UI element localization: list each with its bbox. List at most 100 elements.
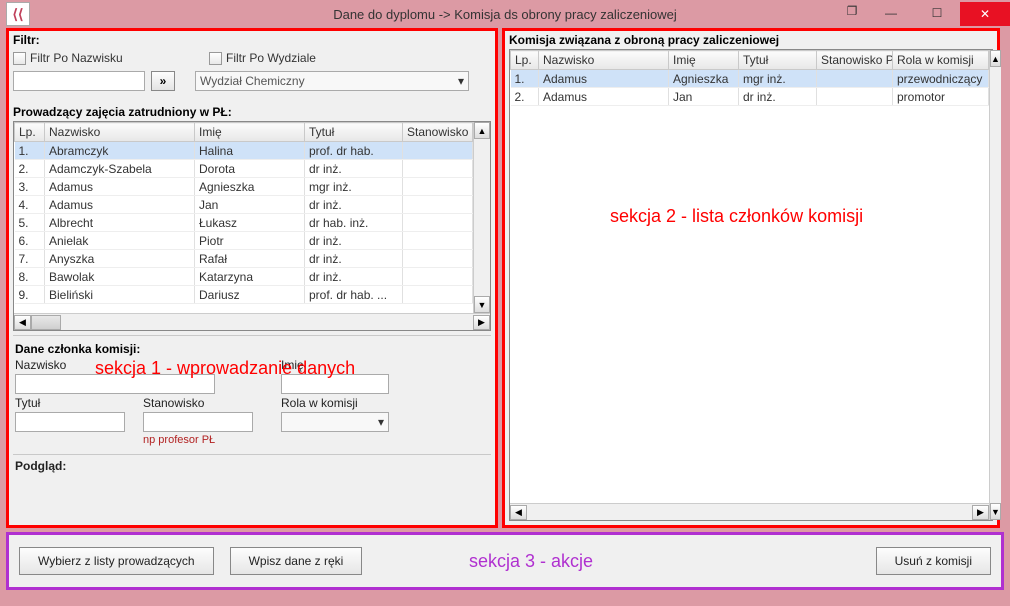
col2-imie[interactable]: Imię xyxy=(669,51,739,70)
cell-stanowisko xyxy=(817,70,893,88)
cell-lp: 5. xyxy=(15,214,45,232)
cell-imie: Piotr xyxy=(195,232,305,250)
cell-tytul: dr inż. xyxy=(305,268,403,286)
scroll-right-icon[interactable]: ▶ xyxy=(473,315,490,330)
cell-imie: Agnieszka xyxy=(669,70,739,88)
chevron-down-icon: ▾ xyxy=(378,415,384,429)
imie-input[interactable] xyxy=(281,374,389,394)
cell-lp: 1. xyxy=(511,70,539,88)
cell-nazwisko: Bieliński xyxy=(45,286,195,304)
table-row[interactable]: 1.AbramczykHalinaprof. dr hab.Mi xyxy=(15,142,474,160)
imie-label: Imię xyxy=(281,358,411,372)
cell-nazwisko: Anyszka xyxy=(45,250,195,268)
section-2-panel: Komisja związana z obroną pracy zaliczen… xyxy=(502,28,1000,528)
scroll-up-icon[interactable]: ▲ xyxy=(474,122,490,139)
cell-imie: Dorota xyxy=(195,160,305,178)
cell-imie: Halina xyxy=(195,142,305,160)
surname-filter-input[interactable] xyxy=(13,71,145,91)
scroll-down-icon[interactable]: ▼ xyxy=(474,296,490,313)
cell-nazwisko: Adamus xyxy=(539,88,669,106)
table-row[interactable]: 2.Adamczyk-SzabelaDorotadr inż.In xyxy=(15,160,474,178)
scroll-right-icon[interactable]: ▶ xyxy=(972,505,989,520)
col-tytul[interactable]: Tytuł xyxy=(305,123,403,142)
col2-stanowisko[interactable]: Stanowisko PŁ xyxy=(817,51,893,70)
filter-heading: Filtr: xyxy=(9,31,495,49)
cell-nazwisko: Bawolak xyxy=(45,268,195,286)
nazwisko-input[interactable] xyxy=(15,374,215,394)
rola-label: Rola w komisji xyxy=(281,396,411,410)
table-row[interactable]: 4.AdamusJandr inż.In xyxy=(15,196,474,214)
cell-tytul: mgr inż. xyxy=(739,70,817,88)
cell-tytul: dr inż. xyxy=(305,232,403,250)
table-row[interactable]: 2.AdamusJandr inż.promotor xyxy=(511,88,989,106)
table-row[interactable]: 5.AlbrechtŁukaszdr hab. inż.In xyxy=(15,214,474,232)
section-2-overlay-label: sekcja 2 - lista członków komisji xyxy=(610,206,863,227)
member-heading: Dane członka komisji: xyxy=(15,342,489,358)
table-row[interactable]: 8.BawolakKatarzynadr inż.In xyxy=(15,268,474,286)
committee-vertical-scrollbar[interactable]: ▲ ▼ xyxy=(989,50,1001,520)
cell-nazwisko: Adamczyk-Szabela xyxy=(45,160,195,178)
committee-horizontal-scrollbar[interactable]: ◀ ▶ xyxy=(510,503,989,520)
department-combo[interactable]: Wydział Chemiczny ▾ xyxy=(195,71,469,91)
podglad-label: Podgląd: xyxy=(15,459,66,473)
cell-tytul: dr inż. xyxy=(305,196,403,214)
minimize-button[interactable]: — xyxy=(868,2,914,24)
filter-by-surname-checkbox[interactable]: Filtr Po Nazwisku xyxy=(13,51,203,65)
col-stanowisko[interactable]: Stanowisko xyxy=(403,123,473,142)
table-row[interactable]: 1.AdamusAgnieszkamgr inż. przewodniczący xyxy=(511,70,989,88)
cell-imie: Łukasz xyxy=(195,214,305,232)
stanowisko-input[interactable] xyxy=(143,412,253,432)
enter-manually-button[interactable]: Wpisz dane z ręki xyxy=(230,547,363,575)
col-imie[interactable]: Imię xyxy=(195,123,305,142)
table-row[interactable]: 3.AdamusAgnieszkamgr inż.Mi xyxy=(15,178,474,196)
cell-tytul: dr hab. inż. xyxy=(305,214,403,232)
filter-by-department-label: Filtr Po Wydziale xyxy=(226,51,316,65)
cell-nazwisko: Adamus xyxy=(45,196,195,214)
teachers-horizontal-scrollbar[interactable]: ◀ ▶ xyxy=(14,313,490,330)
table-row[interactable]: 9.BielińskiDariuszprof. dr hab. ...In xyxy=(15,286,474,304)
scroll-down-icon[interactable]: ▼ xyxy=(990,503,1001,520)
tytul-input[interactable] xyxy=(15,412,125,432)
cell-stanowisko xyxy=(403,268,473,286)
cell-imie: Katarzyna xyxy=(195,268,305,286)
table-row[interactable]: 7.AnyszkaRafałdr inż.In xyxy=(15,250,474,268)
scroll-left-icon[interactable]: ◀ xyxy=(510,505,527,520)
col2-tytul[interactable]: Tytuł xyxy=(739,51,817,70)
col2-lp[interactable]: Lp. xyxy=(511,51,539,70)
cell-nazwisko: Adamus xyxy=(539,70,669,88)
scroll-left-icon[interactable]: ◀ xyxy=(14,315,31,330)
cell-nazwisko: Adamus xyxy=(45,178,195,196)
cell-stanowisko xyxy=(817,88,893,106)
col2-nazwisko[interactable]: Nazwisko xyxy=(539,51,669,70)
teachers-vertical-scrollbar[interactable]: ▲ ▼ xyxy=(473,122,490,313)
teachers-table[interactable]: Lp. Nazwisko Imię Tytuł Stanowisko Je 1.… xyxy=(13,121,491,331)
teachers-table-grid[interactable]: Lp. Nazwisko Imię Tytuł Stanowisko Je 1.… xyxy=(14,122,473,304)
col-lp[interactable]: Lp. xyxy=(15,123,45,142)
cell-tytul: prof. dr hab. xyxy=(305,142,403,160)
cell-lp: 2. xyxy=(511,88,539,106)
committee-heading: Komisja związana z obroną pracy zaliczen… xyxy=(505,31,997,49)
cell-imie: Dariusz xyxy=(195,286,305,304)
scroll-up-icon[interactable]: ▲ xyxy=(990,50,1001,67)
window-chrome-icon[interactable]: ❐ xyxy=(840,2,864,20)
filter-by-department-checkbox[interactable]: Filtr Po Wydziale xyxy=(209,51,316,65)
remove-from-committee-button[interactable]: Usuń z komisji xyxy=(876,547,991,575)
committee-table[interactable]: Lp. Nazwisko Imię Tytuł Stanowisko PŁ Ro… xyxy=(510,50,989,106)
cell-stanowisko xyxy=(403,232,473,250)
app-icon: ⟨⟨ xyxy=(6,2,30,26)
pick-from-list-button[interactable]: Wybierz z listy prowadzących xyxy=(19,547,214,575)
close-button[interactable]: ✕ xyxy=(960,2,1010,26)
stanowisko-label: Stanowisko xyxy=(143,396,263,410)
cell-stanowisko xyxy=(403,196,473,214)
cell-rola: przewodniczący xyxy=(893,70,989,88)
col2-rola[interactable]: Rola w komisji xyxy=(893,51,989,70)
maximize-button[interactable]: ☐ xyxy=(914,2,960,24)
cell-lp: 7. xyxy=(15,250,45,268)
search-go-button[interactable]: » xyxy=(151,71,175,91)
tytul-label: Tytuł xyxy=(15,396,125,410)
section-1-panel: Filtr: Filtr Po Nazwisku Filtr Po Wydzia… xyxy=(6,28,498,528)
table-row[interactable]: 6.AnielakPiotrdr inż.In xyxy=(15,232,474,250)
col-nazwisko[interactable]: Nazwisko xyxy=(45,123,195,142)
cell-lp: 6. xyxy=(15,232,45,250)
rola-combo[interactable]: ▾ xyxy=(281,412,389,432)
